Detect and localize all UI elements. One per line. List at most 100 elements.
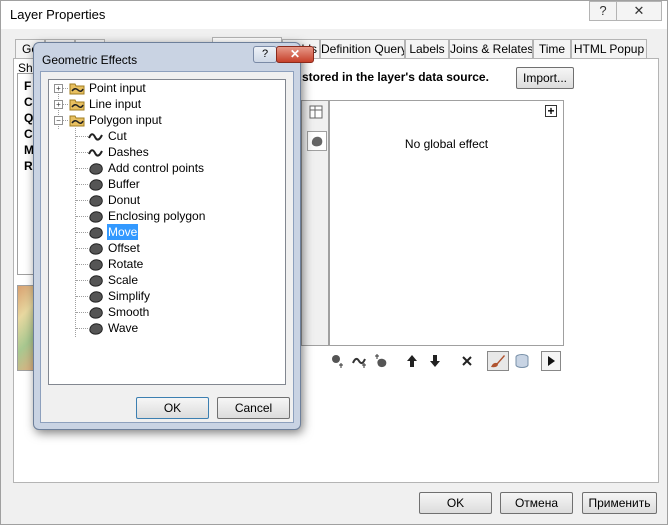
- no-effect-label: No global effect: [404, 137, 489, 151]
- tree-guide: [76, 312, 88, 313]
- dialog-cancel-button[interactable]: Cancel: [217, 397, 290, 419]
- add-effect-icon[interactable]: [351, 353, 369, 369]
- tree-item-dashes[interactable]: Dashes: [49, 144, 279, 160]
- tree-guide: [63, 88, 68, 89]
- expand-icon[interactable]: +: [54, 84, 63, 93]
- brush-icon[interactable]: [487, 351, 509, 371]
- tab-time[interactable]: Time: [533, 39, 571, 59]
- dialog-help-button[interactable]: ?: [253, 46, 277, 63]
- help-button[interactable]: ?: [589, 1, 617, 21]
- tree-item-label: Smooth: [108, 305, 150, 319]
- polygon-blob-icon: [88, 177, 104, 191]
- window-title: Layer Properties: [10, 7, 106, 22]
- tree-item-wave[interactable]: Wave: [49, 320, 279, 336]
- table-icon[interactable]: [309, 105, 323, 119]
- tree-item-label: Donut: [108, 193, 141, 207]
- folder-icon: [69, 97, 85, 111]
- tree-guide: [63, 120, 68, 121]
- tree-item-label: Add control points: [108, 161, 205, 175]
- polygon-blob-icon: [88, 161, 104, 175]
- collapse-icon[interactable]: −: [54, 116, 63, 125]
- tree-guide: [76, 216, 88, 217]
- close-button[interactable]: ✕: [616, 1, 662, 21]
- apply-button[interactable]: Применить: [582, 492, 657, 514]
- global-effects-panel: + No global effect: [329, 100, 564, 346]
- dialog-ok-button[interactable]: OK: [136, 397, 209, 419]
- add-polygon-icon[interactable]: [373, 353, 391, 369]
- info-text: stored in the layer's data source.: [302, 70, 489, 84]
- import-button[interactable]: Import...: [516, 67, 574, 89]
- tree-item-add-control-points[interactable]: Add control points: [49, 160, 279, 176]
- delete-icon[interactable]: [458, 353, 476, 369]
- tree-item-move[interactable]: Move: [49, 224, 279, 240]
- polygon-blob-icon: [88, 273, 104, 287]
- tab-html-popup[interactable]: HTML Popup: [571, 39, 647, 59]
- tab-joins-relates[interactable]: Joins & Relates: [449, 39, 533, 59]
- tree-item-label: Buffer: [108, 177, 140, 191]
- dialog-close-button[interactable]: ✕: [276, 46, 314, 63]
- move-down-icon[interactable]: [426, 353, 444, 369]
- polygon-blob-icon: [88, 241, 104, 255]
- tab-definition-query[interactable]: Definition Query: [320, 39, 405, 59]
- folder-open-icon: [69, 113, 85, 127]
- play-icon[interactable]: [541, 351, 561, 371]
- tree-folder-line-input[interactable]: + Line input: [49, 96, 279, 112]
- move-up-icon[interactable]: [403, 353, 421, 369]
- tree-guide: [76, 200, 88, 201]
- tree-item-rotate[interactable]: Rotate: [49, 256, 279, 272]
- tree-guide: [76, 168, 88, 169]
- geometric-effects-dialog: Geometric Effects ? ✕ + Point input + Li…: [33, 42, 314, 430]
- effects-tree: + Point input + Line input − Polygon inp…: [48, 79, 286, 385]
- tree-folder-label: Point input: [89, 81, 146, 95]
- tree-guide: [76, 232, 88, 233]
- tree-item-cut[interactable]: Cut: [49, 128, 279, 144]
- tree-item-label: Scale: [108, 273, 139, 287]
- tree-item-label: Dashes: [108, 145, 149, 159]
- tree-guide: [76, 152, 88, 153]
- tab-labels[interactable]: Labels: [405, 39, 449, 59]
- tree-folder-label: Line input: [89, 97, 142, 111]
- tree-guide: [76, 280, 88, 281]
- dialog-body: + Point input + Line input − Polygon inp…: [40, 71, 294, 423]
- tree-guide: [76, 328, 88, 329]
- dialog-title: Geometric Effects: [42, 53, 138, 67]
- tree-item-label: Rotate: [108, 257, 144, 271]
- tree-item-smooth[interactable]: Smooth: [49, 304, 279, 320]
- tree-folder-polygon-input[interactable]: − Polygon input: [49, 112, 279, 128]
- tree-item-offset[interactable]: Offset: [49, 240, 279, 256]
- polygon-blob-icon: [88, 257, 104, 271]
- tree-guide: [76, 296, 88, 297]
- tree-item-label: Cut: [108, 129, 127, 143]
- polygon-blob-icon: [88, 305, 104, 319]
- tree-item-label: Enclosing polygon: [108, 209, 206, 223]
- tree-guide: [76, 248, 88, 249]
- expand-icon[interactable]: +: [54, 100, 63, 109]
- tree-item-label: Wave: [108, 321, 139, 335]
- add-layer-icon[interactable]: [329, 353, 347, 369]
- title-bar: Layer Properties ? ✕: [1, 1, 667, 29]
- tree-folder-label: Polygon input: [89, 113, 162, 127]
- cancel-button[interactable]: Отмена: [500, 492, 573, 514]
- tree-item-enclosing-polygon[interactable]: Enclosing polygon: [49, 208, 279, 224]
- tree-guide: [76, 136, 88, 137]
- tree-folder-point-input[interactable]: + Point input: [49, 80, 279, 96]
- polygon-blob-icon: [88, 225, 104, 239]
- tree-guide: [63, 104, 68, 105]
- tree-item-scale[interactable]: Scale: [49, 272, 279, 288]
- add-effect-button[interactable]: +: [545, 105, 557, 117]
- line-squiggle-icon: [88, 145, 104, 159]
- tree-item-label: Simplify: [108, 289, 151, 303]
- polygon-blob-icon: [88, 209, 104, 223]
- tree-item-buffer[interactable]: Buffer: [49, 176, 279, 192]
- tree-item-simplify[interactable]: Simplify: [49, 288, 279, 304]
- polygon-layer-thumb[interactable]: [307, 131, 327, 151]
- tree-item-donut[interactable]: Donut: [49, 192, 279, 208]
- line-squiggle-icon: [88, 129, 104, 143]
- tree-item-label: Offset: [108, 241, 140, 255]
- folder-icon: [69, 81, 85, 95]
- ok-button[interactable]: OK: [419, 492, 492, 514]
- polygon-blob-icon: [88, 193, 104, 207]
- tree-guide: [76, 184, 88, 185]
- tree-guide: [76, 264, 88, 265]
- database-icon[interactable]: [513, 353, 531, 369]
